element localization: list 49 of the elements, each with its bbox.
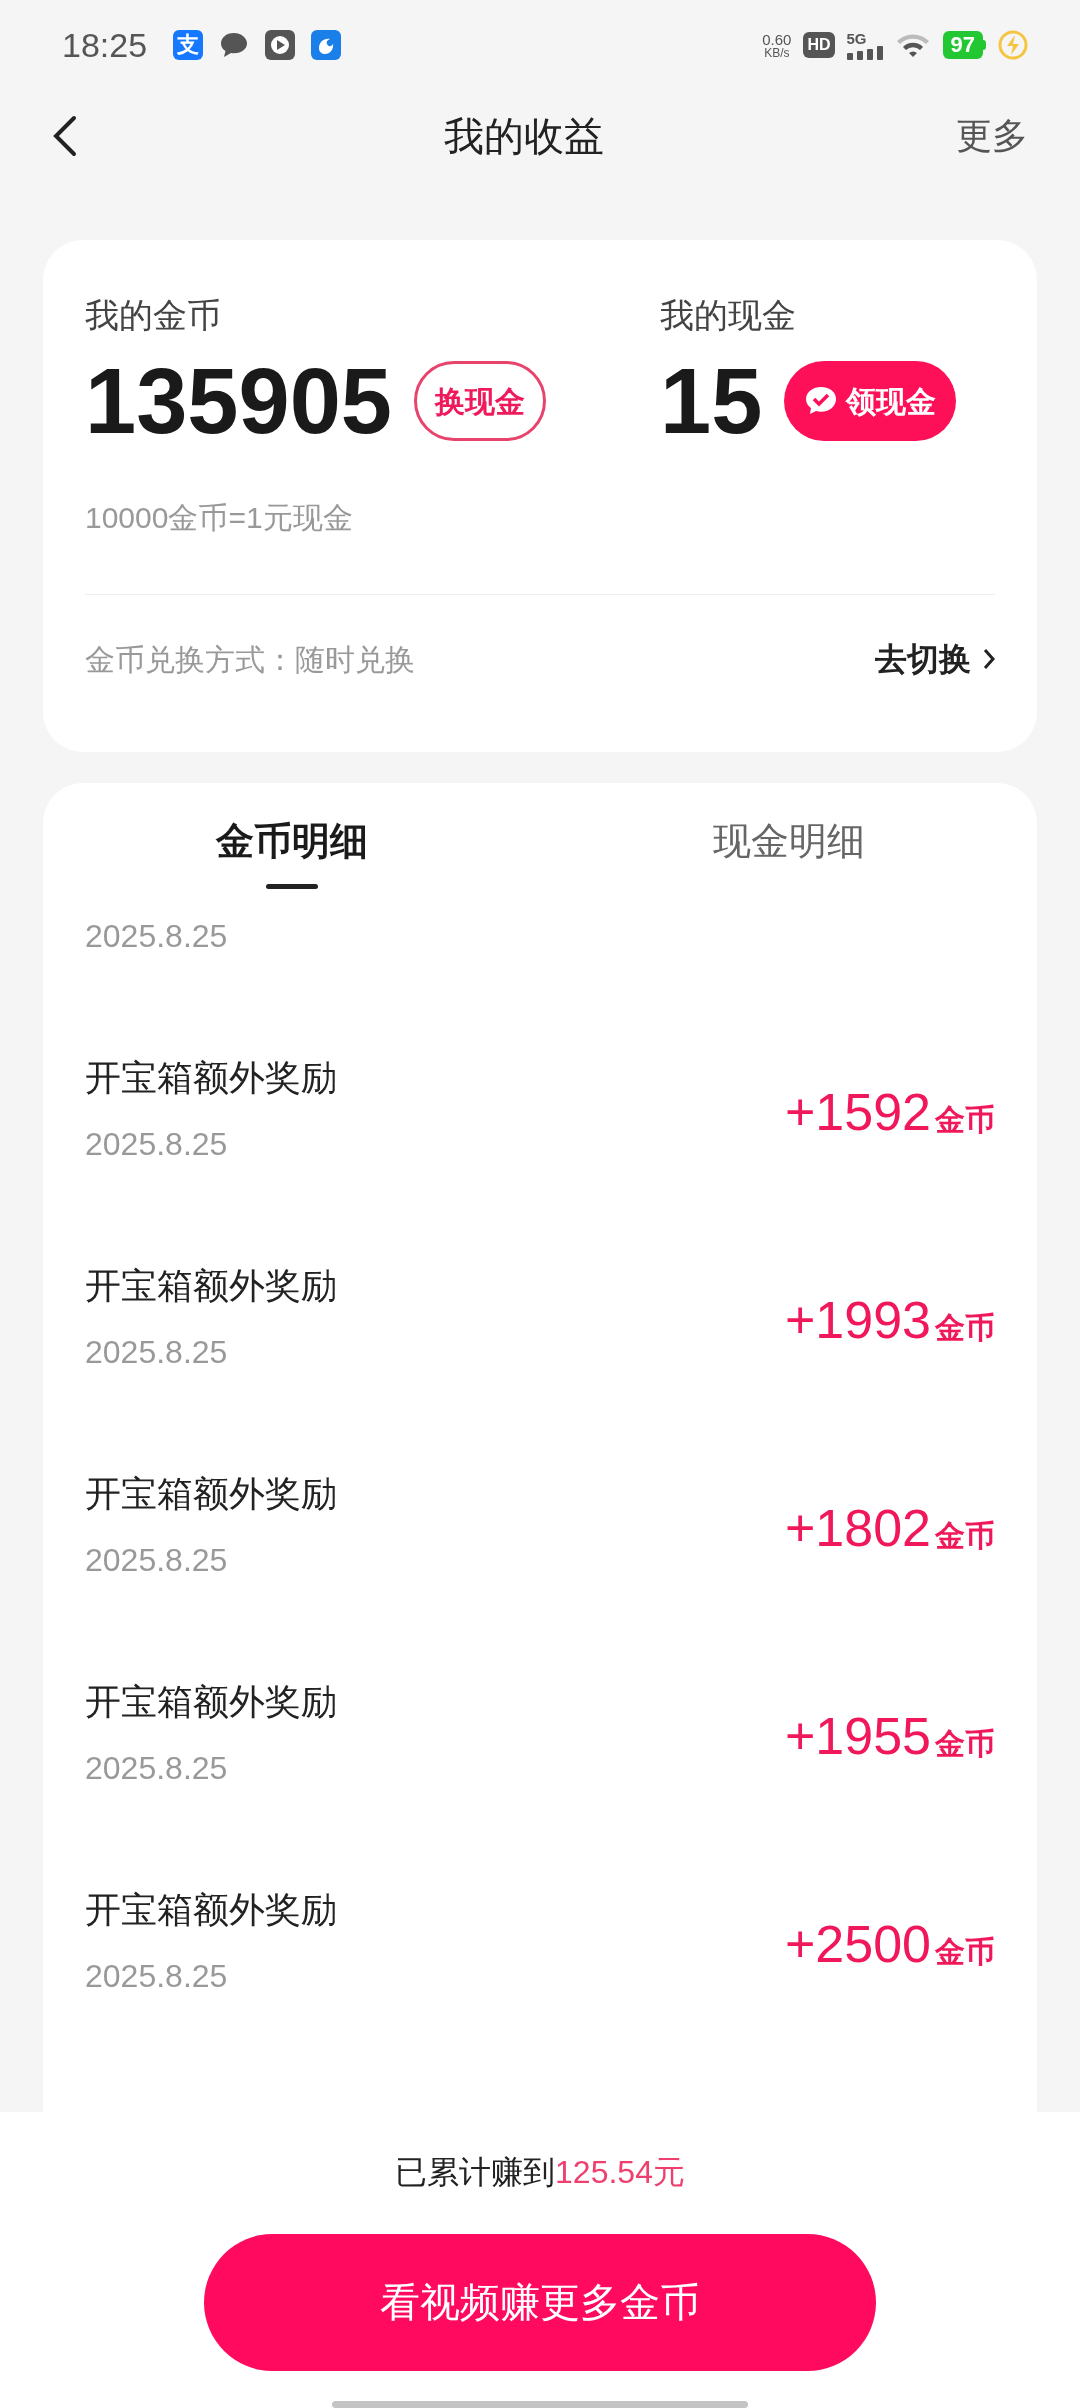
network-type: 5G xyxy=(846,30,867,46)
page-title: 我的收益 xyxy=(444,113,604,160)
record-title: 开宝箱额外奖励 xyxy=(85,1474,337,1514)
payment-app-icon: 支 xyxy=(173,30,204,60)
battery-level: 97 xyxy=(942,31,983,59)
withdraw-cash-button[interactable]: 领现金 xyxy=(784,361,957,441)
bird-app-icon xyxy=(311,30,342,60)
record-title: 开宝箱额外奖励 xyxy=(85,1890,337,1930)
coin-amount: +2500 xyxy=(784,1918,931,1970)
details-tab[interactable]: 现金明细 xyxy=(540,783,1037,890)
total-earned: 已累计赚到125.54元 xyxy=(395,2153,685,2192)
watch-video-button[interactable]: 看视频赚更多金币 xyxy=(204,2234,876,2371)
record-date: 2025.8.25 xyxy=(85,1958,229,1994)
exchange-method: 金币兑换方式：随时兑换 xyxy=(85,641,415,678)
switch-link[interactable]: 去切换 xyxy=(875,635,995,683)
speed-unit: KB/s xyxy=(764,46,790,59)
chevron-right-icon xyxy=(983,648,995,670)
coin-unit: 金币 xyxy=(935,1726,995,1762)
coin-unit: 金币 xyxy=(935,1518,995,1554)
record-title: 开宝箱额外奖励 xyxy=(85,1266,337,1306)
hd-badge: HD xyxy=(803,32,835,58)
more-link[interactable]: 更多 xyxy=(956,109,1028,163)
record-title: 开宝箱额外奖励 xyxy=(85,1682,337,1722)
record-title: 开宝箱额外奖励 xyxy=(85,1058,337,1098)
details-tab[interactable]: 金币明细 xyxy=(43,783,540,890)
cash-label: 我的现金 xyxy=(660,295,797,336)
record-date: 2025.8.25 xyxy=(85,1542,229,1578)
coin-balance: 135905 xyxy=(85,355,392,447)
record-date: 2025.8.25 xyxy=(85,1750,229,1786)
signal-icon xyxy=(846,45,883,60)
coin-unit: 金币 xyxy=(935,1934,995,1970)
play-icon xyxy=(265,30,296,60)
coin-amount: +1955 xyxy=(784,1710,931,1762)
clock-time: 18:25 xyxy=(62,24,148,66)
cash-balance: 15 xyxy=(660,355,763,447)
network-speed: 0.60 xyxy=(762,31,792,47)
record-date: 2025.8.25 xyxy=(85,918,228,954)
record-date: 2025.8.25 xyxy=(85,1126,229,1162)
check-bubble-icon xyxy=(804,385,839,417)
exchange-rate: 10000金币=1元现金 xyxy=(85,500,354,536)
coin-amount: +1993 xyxy=(784,1294,931,1346)
record-date: 2025.8.25 xyxy=(85,1334,229,1370)
coin-unit: 金币 xyxy=(935,1310,995,1346)
coin-amount: +1802 xyxy=(784,1502,931,1554)
exchange-cash-button[interactable]: 换现金 xyxy=(414,361,546,441)
coin-amount: +1592 xyxy=(784,1086,931,1138)
coins-label: 我的金币 xyxy=(85,295,222,336)
coin-unit: 金币 xyxy=(935,1102,995,1138)
chat-bubble-icon xyxy=(219,31,250,59)
